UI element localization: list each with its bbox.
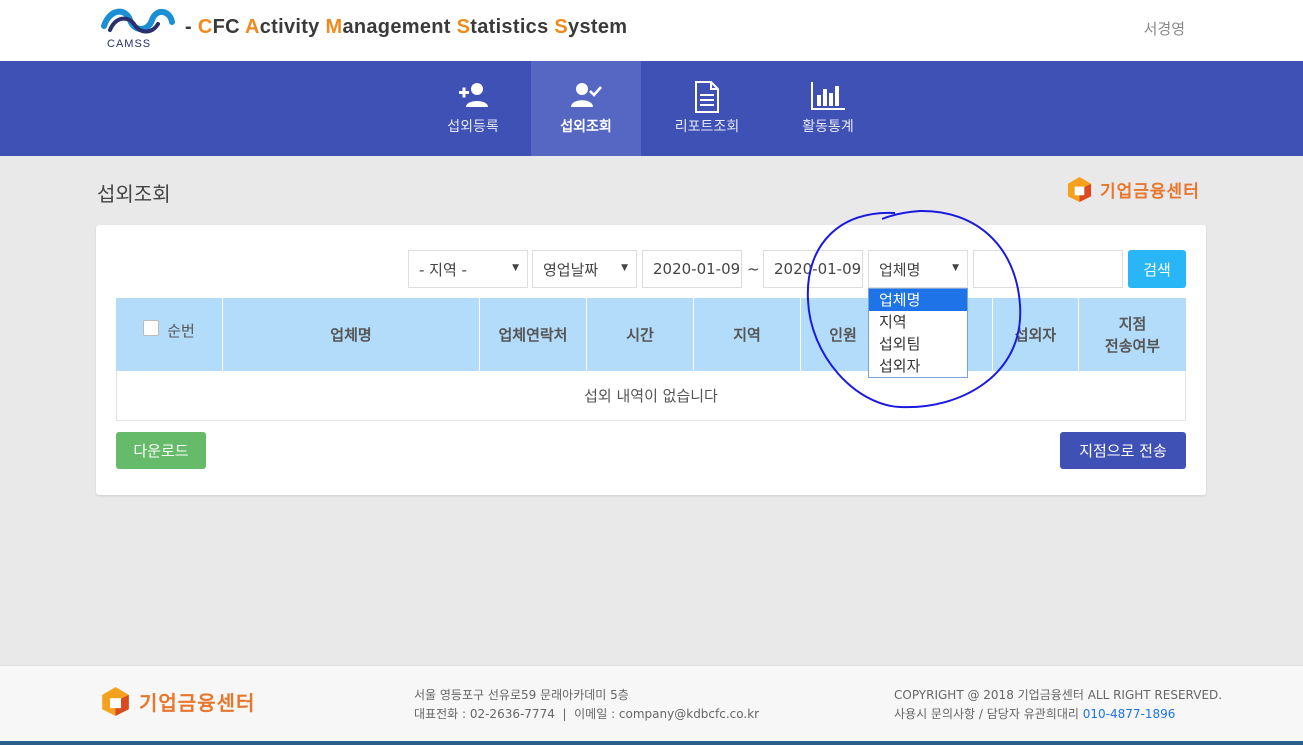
logo-text: CAMSS — [107, 38, 152, 50]
date-to-input[interactable]: 2020-01-09 — [763, 250, 863, 288]
user-name[interactable]: 서경영 — [1144, 18, 1185, 39]
select-all-checkbox[interactable] — [143, 320, 160, 336]
phone-link[interactable]: 010-4877-1896 — [1083, 707, 1176, 721]
inquiry-line: 사용시 문의사항 / 담당자 유관희대리 010-4877-1896 — [894, 705, 1222, 724]
column-label: 순번 — [167, 322, 195, 340]
caret-down-icon: ▼ — [952, 263, 959, 273]
brand-text: 기업금융센터 — [1100, 182, 1200, 202]
column-seq: 순번 — [116, 298, 223, 371]
person-check-icon — [531, 81, 641, 113]
search-button[interactable]: 검색 — [1128, 250, 1186, 288]
field-value: 업체명 — [879, 260, 921, 279]
column-time[interactable]: 시간 — [587, 298, 694, 371]
nav-label: 섭외등록 — [447, 119, 499, 135]
footer-bar — [0, 741, 1303, 745]
nav-item-lookup[interactable]: 섭외조회 — [531, 61, 641, 156]
table-header: 순번 업체명 업체연락처 시간 지역 인원 섭외자 지점 전송여부 — [116, 298, 1186, 371]
download-button[interactable]: 다운로드 — [116, 432, 206, 469]
dropdown-option-company[interactable]: 업체명 — [869, 289, 967, 311]
brand-logo: 기업금융센터 — [1066, 176, 1200, 203]
send-to-branch-button[interactable]: 지점으로 전송 — [1060, 432, 1186, 469]
nav-label: 활동통계 — [802, 119, 854, 135]
cube-icon — [102, 687, 129, 716]
main-nav: 섭외등록 섭외조회 리포트조회 활동통계 — [0, 61, 1303, 156]
date-to-value: 2020-01-09 — [774, 260, 862, 278]
footer-brand-text: 기업금융센터 — [139, 691, 256, 715]
column-region[interactable]: 지역 — [694, 298, 801, 371]
nav-item-register[interactable]: 섭외등록 — [418, 61, 528, 156]
nav-item-statistics[interactable]: 활동통계 — [773, 61, 883, 156]
empty-message: 섭외 내역이 없습니다 — [116, 371, 1186, 421]
column-contact-person[interactable]: 섭외자 — [993, 298, 1079, 371]
field-select[interactable]: 업체명 ▼ — [868, 250, 968, 288]
date-type-value: 영업날짜 — [543, 260, 599, 279]
footer-address: 서울 영등포구 선유로59 문래아카데미 5층 대표전화 : 02-2636-7… — [414, 686, 759, 724]
inquiry-text: 사용시 문의사항 / 담당자 유관희대리 — [894, 707, 1083, 721]
nav-label: 리포트조회 — [674, 119, 740, 135]
region-value: - 지역 - — [419, 260, 467, 279]
add-person-icon — [418, 81, 528, 113]
bar-chart-icon — [773, 81, 883, 113]
caret-down-icon: ▼ — [621, 263, 628, 273]
column-contact[interactable]: 업체연락처 — [480, 298, 587, 371]
footer-copyright: COPYRIGHT @ 2018 기업금융센터 ALL RIGHT RESERV… — [894, 686, 1222, 724]
dropdown-option-region[interactable]: 지역 — [869, 311, 967, 333]
cube-icon — [1067, 176, 1092, 203]
field-dropdown-list: 업체명 지역 섭외팀 섭외자 — [868, 288, 968, 378]
top-header: CAMSS - CFC Activity Management Statisti… — [0, 0, 1303, 61]
page-title: 섭외조회 — [97, 182, 171, 206]
column-company[interactable]: 업체명 — [223, 298, 480, 371]
region-select[interactable]: - 지역 - ▼ — [408, 250, 528, 288]
column-branch-sent[interactable]: 지점 전송여부 — [1079, 298, 1186, 371]
keyword-input[interactable] — [973, 250, 1123, 288]
date-separator: ~ — [747, 260, 760, 278]
app-title: - CFC Activity Management Statistics Sys… — [185, 16, 628, 38]
address-line: 서울 영등포구 선유로59 문래아카데미 5층 — [414, 688, 629, 702]
copyright-line: COPYRIGHT @ 2018 기업금융센터 ALL RIGHT RESERV… — [894, 688, 1223, 702]
nav-item-reports[interactable]: 리포트조회 — [652, 61, 762, 156]
date-from-input[interactable]: 2020-01-09 — [642, 250, 742, 288]
date-type-select[interactable]: 영업날짜 ▼ — [532, 250, 637, 288]
dropdown-option-contact-person[interactable]: 섭외자 — [869, 355, 967, 377]
caret-down-icon: ▼ — [512, 263, 519, 273]
contact-line: 대표전화 : 02-2636-7774 | 이메일 : company@kdbc… — [414, 707, 760, 721]
date-from-value: 2020-01-09 — [653, 260, 741, 278]
dropdown-option-team[interactable]: 섭외팀 — [869, 333, 967, 355]
footer-logo: 기업금융센터 — [100, 686, 255, 717]
document-icon — [652, 81, 762, 113]
nav-label: 섭외조회 — [560, 119, 612, 135]
